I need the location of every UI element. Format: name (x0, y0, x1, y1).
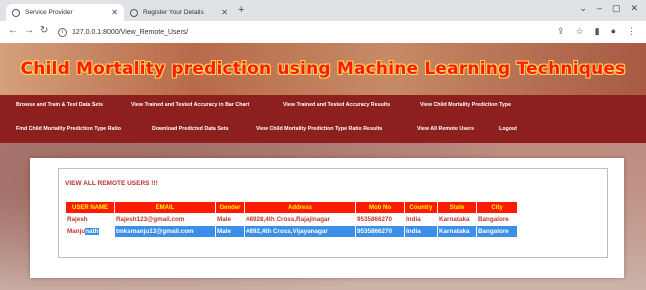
cell-mob-no: 9535866270 (355, 213, 405, 226)
close-window-icon[interactable]: ✕ (630, 3, 638, 14)
cell-email: tmksmanju13@gmail.com (114, 225, 216, 238)
globe-icon (12, 8, 20, 17)
cell-user-name: Manjunath (65, 225, 115, 238)
col-state: State (437, 201, 477, 214)
cell-city: Bangalore (476, 213, 518, 226)
star-icon[interactable]: ☆ (576, 26, 584, 37)
cell-country: India (404, 213, 438, 226)
reload-icon[interactable]: ↻ (40, 25, 48, 36)
col-city: City (476, 201, 518, 214)
cell-gender: Male (215, 225, 245, 238)
menu-logout[interactable]: Logout (499, 126, 517, 132)
maximize-icon[interactable]: ▢ (612, 3, 621, 14)
profile-icon[interactable]: ● (611, 26, 616, 37)
cell-gender: Male (215, 213, 245, 226)
users-box: VIEW ALL REMOTE USERS !!! USER NAME EMAI… (58, 168, 608, 258)
chevron-down-icon[interactable]: ⌄ (579, 3, 587, 14)
cell-state: Karnataka (437, 213, 477, 226)
site-title: Child Mortality prediction using Machine… (20, 59, 626, 79)
close-icon[interactable]: ✕ (221, 8, 228, 17)
menu-row-1: Browse and Train & Test Data Sets View T… (0, 95, 646, 119)
tab-label: Register Your Details (143, 9, 204, 16)
info-icon[interactable]: i (58, 27, 67, 37)
page-title: VIEW ALL REMOTE USERS !!! (65, 180, 158, 187)
name-unselected: Manju (67, 228, 86, 235)
minimize-icon[interactable]: – (597, 3, 602, 14)
menu-browse-train-test[interactable]: Browse and Train & Test Data Sets (16, 102, 103, 108)
window-controls: ⌄ – ▢ ✕ (579, 3, 638, 14)
menu-ratio-results[interactable]: View Child Mortality Prediction Type Rat… (256, 126, 382, 132)
url-bar[interactable]: i 127.0.0.1:8000/View_Remote_Users/ (58, 25, 478, 39)
cell-email: Rajesh123@gmail.com (114, 213, 216, 226)
menu-download-predicted[interactable]: Download Predicted Data Sets (152, 126, 229, 132)
main-menu: Browse and Train & Test Data Sets View T… (0, 95, 646, 143)
back-icon[interactable]: ← (8, 25, 18, 36)
browser-tabstrip: Service Provider ✕ Register Your Details… (0, 0, 646, 21)
name-selected: nath (85, 228, 99, 235)
close-icon[interactable]: ✕ (111, 8, 118, 17)
table-row: Manjunath tmksmanju13@gmail.com Male #89… (65, 225, 518, 238)
col-user-name: USER NAME (65, 201, 115, 214)
menu-prediction-type[interactable]: View Child Mortality Prediction Type (420, 102, 511, 108)
cell-country: India (404, 225, 438, 238)
new-tab-button[interactable]: + (238, 4, 244, 16)
menu-find-ratio[interactable]: Find Child Mortality Prediction Type Rat… (16, 126, 121, 132)
col-email: EMAIL (114, 201, 216, 214)
forward-icon[interactable]: → (24, 25, 34, 36)
menu-remote-users[interactable]: View All Remote Users (417, 126, 474, 132)
menu-accuracy-bar-chart[interactable]: View Trained and Tested Accuracy in Bar … (131, 102, 249, 108)
cell-user-name: Rajesh (65, 213, 115, 226)
cell-city: Bangalore (476, 225, 518, 238)
menu-accuracy-results[interactable]: View Trained and Tested Accuracy Results (283, 102, 390, 108)
users-table: USER NAME EMAIL Gender Address Mob No Co… (65, 201, 518, 238)
sidepanel-icon[interactable]: ▮ (595, 26, 600, 37)
table-header-row: USER NAME EMAIL Gender Address Mob No Co… (65, 201, 518, 214)
address-bar-row: ← → ↻ i 127.0.0.1:8000/View_Remote_Users… (0, 21, 646, 44)
tab-label: Service Provider (25, 9, 73, 16)
cell-state: Karnataka (437, 225, 477, 238)
url-text: 127.0.0.1:8000/View_Remote_Users/ (72, 28, 189, 36)
cell-address: #8928,4th Cross,Rajajinagar (244, 213, 356, 226)
toolbar-icons: ⇪ ☆ ▮ ● ⋮ (557, 26, 636, 37)
content-panel: VIEW ALL REMOTE USERS !!! USER NAME EMAI… (30, 158, 624, 278)
col-address: Address (244, 201, 356, 214)
col-mob-no: Mob No (355, 201, 405, 214)
globe-icon (130, 8, 138, 17)
cell-address: #892,4th Cross,Vijayanagar (244, 225, 356, 238)
col-gender: Gender (215, 201, 245, 214)
tab-service-provider[interactable]: Service Provider ✕ (6, 4, 124, 21)
table-row: Rajesh Rajesh123@gmail.com Male #8928,4t… (65, 213, 518, 226)
menu-icon[interactable]: ⋮ (627, 26, 636, 37)
cell-mob-no: 9535866270 (355, 225, 405, 238)
menu-row-2: Find Child Mortality Prediction Type Rat… (0, 119, 646, 143)
page-background: Child Mortality prediction using Machine… (0, 43, 646, 290)
banner: Child Mortality prediction using Machine… (0, 43, 646, 95)
tab-register-details[interactable]: Register Your Details ✕ (124, 4, 234, 21)
col-country: Country (404, 201, 438, 214)
share-icon[interactable]: ⇪ (557, 26, 565, 37)
